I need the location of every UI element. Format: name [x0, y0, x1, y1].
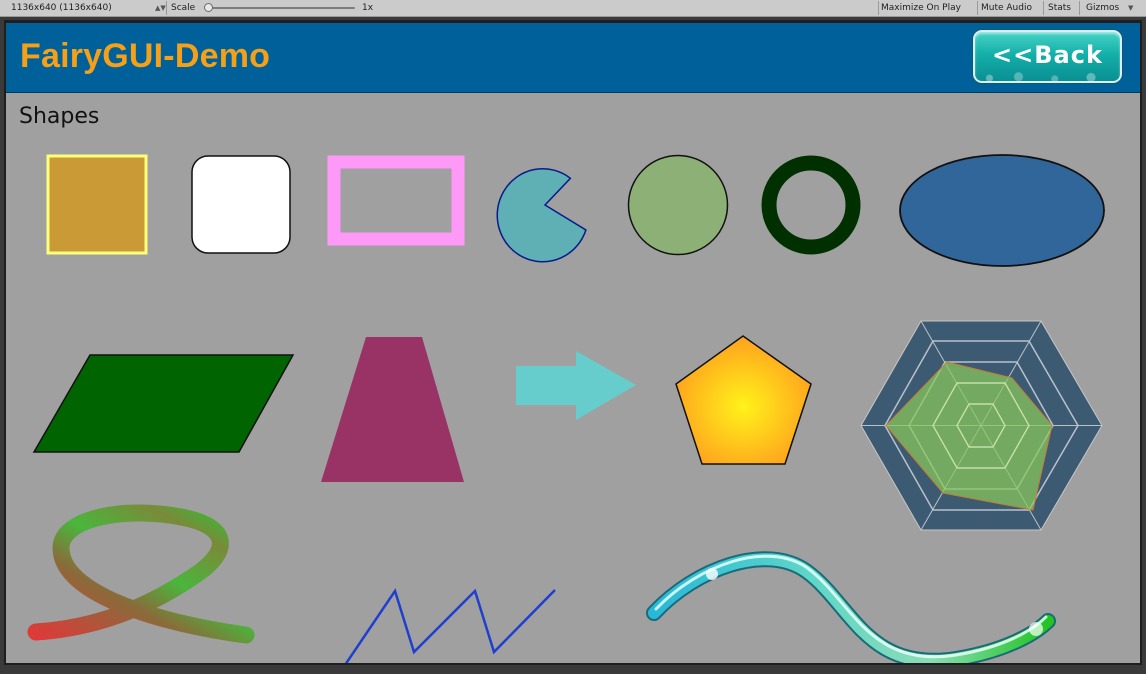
toolbar-divider: [166, 1, 167, 15]
hollow-rect-shape: [327, 155, 465, 246]
unity-game-toolbar: 1136x640 (1136x640) ▲▼ Scale 1x Maximize…: [0, 0, 1146, 17]
gizmos-dropdown[interactable]: Gizmos: [1086, 0, 1119, 16]
arrow-shape: [516, 351, 636, 420]
dropdown-arrow-icon: ▲▼: [155, 4, 166, 12]
pentagon-shape: [675, 335, 812, 465]
stats-toggle[interactable]: Stats: [1048, 0, 1071, 16]
zigzag-line-shape: [344, 588, 556, 663]
toolbar-divider: [1043, 1, 1044, 15]
scale-label: Scale: [171, 3, 196, 13]
toolbar-divider: [1079, 1, 1080, 15]
gradient-line-shape: [27, 504, 255, 644]
scale-value: 1x: [362, 3, 374, 13]
ellipse-shape: [899, 154, 1105, 267]
trapezoid-shape: [321, 337, 464, 482]
rounded-rect-shape: [191, 155, 291, 254]
toolbar-divider: [977, 1, 978, 15]
resolution-dropdown[interactable]: 1136x640 (1136x640): [11, 0, 112, 16]
scale-slider-thumb[interactable]: [204, 3, 213, 12]
maximize-on-play-toggle[interactable]: Maximize On Play: [881, 0, 961, 16]
pie-shape: [496, 168, 587, 263]
radar-shape: [860, 320, 1103, 531]
back-button-label: <<Back: [992, 41, 1103, 69]
toolbar-divider: [878, 1, 879, 15]
shapes-canvas: [27, 154, 1105, 663]
dropdown-arrow-icon: ▼: [1128, 4, 1134, 12]
circle-shape: [627, 154, 729, 256]
textured-line-shape: [646, 551, 1056, 663]
parallelogram-shape: [32, 354, 295, 453]
ring-shape: [761, 155, 861, 255]
scale-slider-track[interactable]: [205, 7, 355, 9]
square-shape: [46, 154, 148, 255]
mute-audio-toggle[interactable]: Mute Audio: [981, 0, 1032, 16]
game-view: FairyGUI-Demo <<Back Shapes: [6, 23, 1140, 663]
